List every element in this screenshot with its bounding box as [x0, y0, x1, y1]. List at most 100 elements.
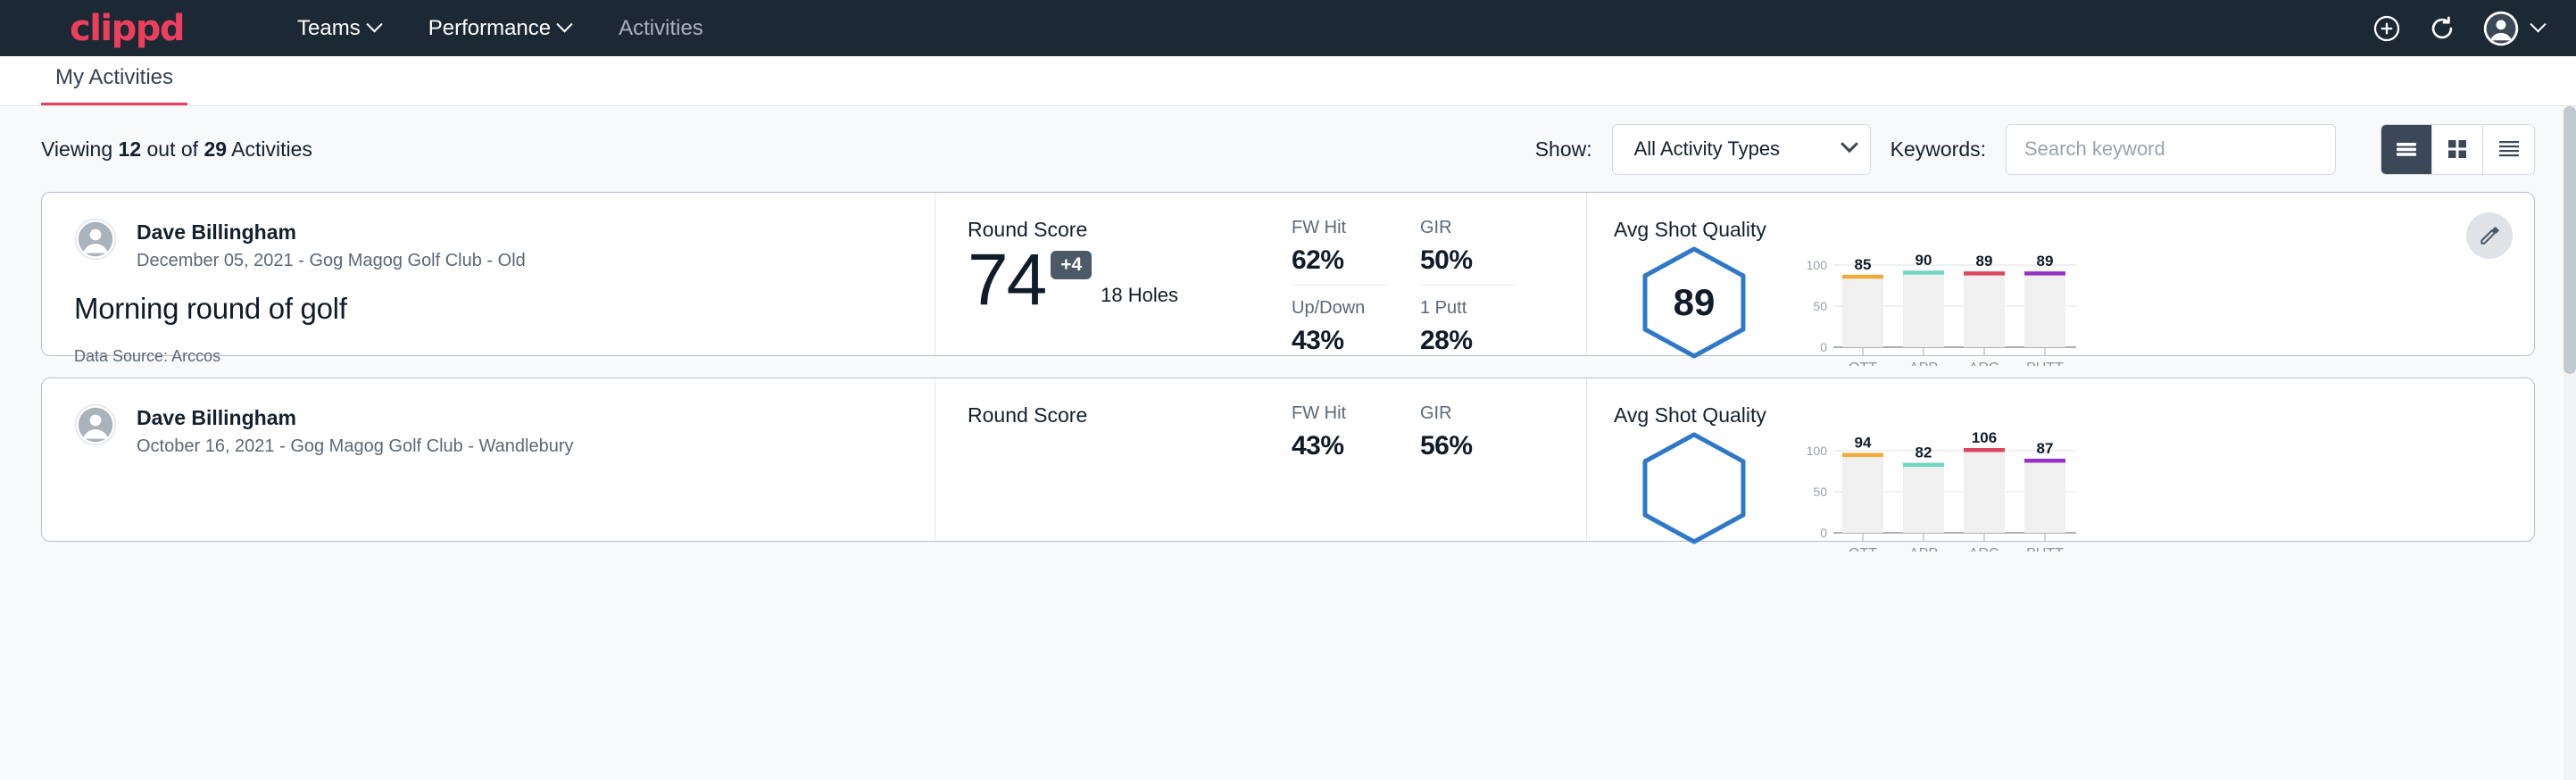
search-input[interactable]: [2006, 124, 2336, 175]
gir-value: 56%: [1420, 431, 1549, 461]
activity-type-select[interactable]: All Activity Types: [1612, 124, 1871, 175]
viewing-count: 12: [119, 137, 142, 161]
activities-toolbar: Viewing 12 out of 29 Activities Show: Al…: [41, 106, 2535, 192]
clippd-logo[interactable]: clippd: [70, 11, 184, 46]
svg-text:0: 0: [1820, 340, 1827, 354]
avg-shot-quality-hexagon: [1639, 431, 1749, 545]
chevron-down-icon: [2530, 16, 2546, 32]
view-mode-list-detailed[interactable]: [2483, 125, 2534, 174]
svg-text:94: 94: [1855, 435, 1872, 452]
fw-hit-label: FW Hit: [1292, 218, 1420, 238]
one-putt-value: 28%: [1420, 326, 1549, 356]
shot-quality-bar-chart: 05010085OTT90APP89ARG89PUTT: [1798, 245, 2083, 370]
viewing-summary: Viewing 12 out of 29 Activities: [41, 137, 312, 162]
svg-text:APP: APP: [1909, 546, 1938, 552]
one-putt-label: 1 Putt: [1420, 298, 1549, 319]
activity-type-value: All Activity Types: [1634, 137, 1780, 161]
account-circle-icon: [2482, 10, 2520, 47]
fw-hit-value: 43%: [1292, 431, 1420, 461]
svg-text:OTT: OTT: [1849, 546, 1877, 552]
svg-text:APP: APP: [1909, 361, 1938, 366]
avg-shot-quality-value: 89: [1639, 245, 1749, 360]
keywords-label: Keywords:: [1890, 137, 1986, 162]
gir-label: GIR: [1420, 403, 1549, 424]
svg-text:90: 90: [1915, 252, 1932, 269]
stat-column-left: FW Hit 62% Up/Down 43%: [1292, 218, 1420, 355]
tab-bar: My Activities: [0, 56, 2576, 106]
nav-item-performance[interactable]: Performance: [404, 16, 594, 41]
fw-hit-label: FW Hit: [1292, 403, 1420, 424]
avatar: [74, 403, 117, 451]
svg-text:PUTT: PUTT: [2026, 546, 2064, 552]
viewing-suffix: Activities: [231, 137, 312, 161]
svg-text:50: 50: [1813, 485, 1827, 499]
show-label: Show:: [1535, 137, 1592, 162]
activity-meta: December 05, 2021 - Gog Magog Golf Club …: [137, 251, 526, 271]
viewing-prefix: Viewing: [41, 137, 112, 161]
tab-my-activities[interactable]: My Activities: [41, 65, 187, 105]
stat-column-right: GIR 50% 1 Putt 28%: [1420, 218, 1549, 355]
stat-column-right: GIR 56%: [1420, 403, 1549, 541]
gir-value: 50%: [1420, 245, 1549, 276]
viewing-mid: out of: [147, 137, 199, 161]
gir-label: GIR: [1420, 218, 1549, 238]
avg-shot-quality-section: Avg Shot Quality 89 05010085OTT90APP89AR…: [1586, 193, 2534, 355]
stat-column-left: FW Hit 43%: [1292, 403, 1420, 541]
user-menu[interactable]: [2482, 10, 2544, 47]
edit-activity-button[interactable]: [2466, 212, 2513, 259]
svg-text:106: 106: [1972, 431, 1997, 446]
activity-card[interactable]: Dave Billingham October 16, 2021 - Gog M…: [41, 378, 2535, 542]
view-mode-grid[interactable]: [2432, 125, 2483, 174]
view-mode-list-compact[interactable]: [2381, 125, 2432, 174]
svg-text:87: 87: [2037, 440, 2054, 457]
round-score-section: Round Score 74 +4 18 Holes: [935, 193, 1292, 355]
view-mode-toggle: [2381, 124, 2535, 175]
nav-actions: [2372, 10, 2544, 47]
divider: [1292, 285, 1388, 286]
stats-section: FW Hit 62% Up/Down 43% GIR 50% 1 Putt 28…: [1292, 193, 1586, 355]
avg-shot-quality-section: Avg Shot Quality 05010094OTT82APP106ARG8…: [1586, 378, 2534, 541]
nav-item-performance-label: Performance: [428, 16, 551, 41]
svg-text:0: 0: [1820, 526, 1827, 540]
svg-text:89: 89: [2037, 253, 2054, 270]
toolbar-controls: Show: All Activity Types Keywords:: [1535, 124, 2535, 175]
activity-meta: October 16, 2021 - Gog Magog Golf Club -…: [137, 436, 574, 457]
player-name: Dave Billingham: [137, 405, 574, 431]
avatar: [74, 218, 117, 265]
chevron-down-icon: [366, 16, 382, 32]
divider: [1420, 285, 1517, 286]
stats-section: FW Hit 43% GIR 56%: [1292, 378, 1586, 541]
nav-item-teams[interactable]: Teams: [273, 16, 404, 41]
viewing-total: 29: [204, 137, 227, 161]
nav-item-teams-label: Teams: [297, 16, 361, 41]
fw-hit-value: 62%: [1292, 245, 1420, 276]
scrollbar-thumb[interactable]: [2564, 106, 2576, 374]
data-source: Data Source: Arccos: [74, 347, 902, 366]
svg-text:50: 50: [1813, 299, 1827, 313]
svg-text:ARG: ARG: [1969, 546, 2000, 552]
svg-text:89: 89: [1976, 253, 1993, 270]
svg-text:ARG: ARG: [1969, 361, 2000, 366]
round-score-section: Round Score: [935, 378, 1292, 541]
round-score-label: Round Score: [968, 403, 1292, 427]
chevron-down-icon: [1841, 135, 1858, 153]
nav-item-activities[interactable]: Activities: [594, 16, 727, 41]
activity-info: Dave Billingham December 05, 2021 - Gog …: [42, 193, 935, 355]
refresh-icon[interactable]: [2427, 13, 2457, 44]
svg-text:100: 100: [1807, 444, 1828, 458]
round-score-value: 74: [968, 245, 1045, 315]
plus-circle-icon[interactable]: [2372, 13, 2402, 44]
shot-quality-bar-chart: 05010094OTT82APP106ARG87PUTT: [1798, 431, 2083, 556]
chevron-down-icon: [556, 16, 572, 32]
player-header: Dave Billingham December 05, 2021 - Gog …: [74, 218, 902, 271]
activity-card[interactable]: Dave Billingham December 05, 2021 - Gog …: [41, 192, 2535, 356]
primary-nav: Teams Performance Activities: [273, 16, 727, 41]
up-down-value: 43%: [1292, 326, 1420, 356]
avg-shot-quality-hexagon: 89: [1639, 245, 1749, 360]
svg-text:PUTT: PUTT: [2026, 361, 2064, 366]
activity-info: Dave Billingham October 16, 2021 - Gog M…: [42, 378, 935, 541]
page-scrollbar[interactable]: [2564, 106, 2576, 780]
activity-title: Morning round of golf: [74, 292, 902, 326]
holes-played: 18 Holes: [1101, 284, 1178, 307]
nav-item-activities-label: Activities: [619, 16, 703, 41]
